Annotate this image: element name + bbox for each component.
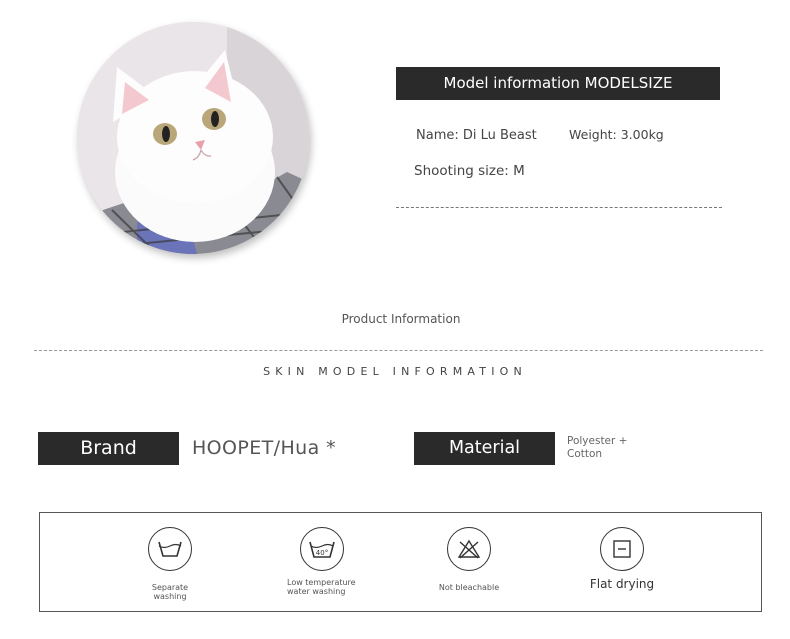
care-item-separate-washing: Separate washing bbox=[140, 527, 200, 601]
skin-model-information-heading: SKIN MODEL INFORMATION bbox=[263, 365, 527, 378]
product-info-divider bbox=[34, 350, 763, 351]
material-value: Polyester + Cotton bbox=[567, 435, 628, 460]
care-label: Flat drying bbox=[589, 577, 655, 591]
wash-temperature: 40° bbox=[316, 549, 328, 557]
material-label: Material bbox=[414, 432, 555, 465]
care-instructions-panel: Separate washing 40° Low temperature wat… bbox=[39, 512, 762, 612]
product-information-text: Product Information bbox=[341, 312, 461, 326]
product-information-heading: Product Information bbox=[0, 312, 790, 326]
model-shooting-size: Shooting size: M bbox=[414, 163, 525, 179]
care-item-low-temp-wash: 40° Low temperature water washing bbox=[282, 527, 362, 596]
brand-label: Brand bbox=[38, 432, 179, 465]
model-info-divider bbox=[396, 207, 722, 208]
brand-value: HOOPET/Hua * bbox=[192, 437, 336, 459]
model-name: Name: Di Lu Beast bbox=[416, 128, 537, 143]
care-label: Not bleachable bbox=[438, 583, 500, 592]
no-bleach-icon bbox=[447, 527, 491, 571]
care-label: Low temperature water washing bbox=[287, 578, 356, 596]
care-item-not-bleachable: Not bleachable bbox=[437, 527, 501, 592]
cat-photo bbox=[77, 22, 309, 254]
flat-dry-icon bbox=[600, 527, 644, 571]
care-label: Separate washing bbox=[151, 583, 189, 601]
care-item-flat-drying: Flat drying bbox=[586, 527, 658, 591]
wash-40-icon: 40° bbox=[300, 527, 344, 571]
model-info-title: Model information MODELSIZE bbox=[396, 67, 720, 100]
separate-washing-icon bbox=[148, 527, 192, 571]
model-weight: Weight: 3.00kg bbox=[569, 127, 664, 142]
